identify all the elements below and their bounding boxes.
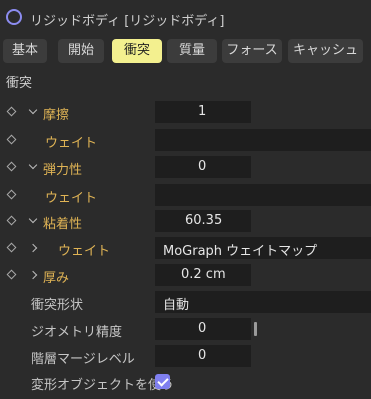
keyframe-diamond-icon[interactable] bbox=[6, 215, 17, 226]
elasticity-label: 弾力性 bbox=[43, 163, 83, 178]
window-title: リジッドボディ [リジッドボディ] bbox=[30, 14, 225, 29]
keyframe-diamond-icon[interactable] bbox=[6, 269, 17, 280]
collision-shape-label: 衝突形状 bbox=[31, 298, 84, 313]
tab-cache[interactable]: キャッシュ bbox=[288, 39, 363, 63]
elasticity-input[interactable]: 0 bbox=[155, 156, 251, 178]
row-elasticity: 弾力性 0 bbox=[0, 155, 371, 179]
chevron-right-icon[interactable] bbox=[28, 270, 38, 280]
geometry-precision-input[interactable]: 0 bbox=[155, 318, 251, 340]
row-collision-shape: 衝突形状 自動 bbox=[0, 290, 371, 314]
geometry-precision-slider[interactable] bbox=[254, 322, 257, 336]
tab-force[interactable]: フォース bbox=[222, 39, 282, 63]
stickiness-weight-label: ウェイト bbox=[58, 244, 111, 259]
row-stickiness-weight: ウェイト MoGraph ウェイトマップ bbox=[0, 236, 371, 260]
keyframe-diamond-icon[interactable] bbox=[6, 242, 17, 253]
friction-weight-field[interactable] bbox=[155, 129, 371, 151]
row-geometry-precision: ジオメトリ精度 0 bbox=[0, 317, 371, 341]
tab-bar: 基本 開始 衝突 質量 フォース キャッシュ bbox=[0, 39, 371, 63]
title-bar: リジッドボディ [リジッドボディ] bbox=[0, 0, 371, 36]
friction-weight-label: ウェイト bbox=[45, 136, 98, 151]
stickiness-weight-field[interactable]: MoGraph ウェイトマップ bbox=[155, 237, 371, 259]
elasticity-weight-field[interactable] bbox=[155, 184, 371, 206]
chevron-down-icon[interactable] bbox=[28, 214, 38, 224]
rigid-body-tag-icon bbox=[6, 9, 22, 25]
tab-start[interactable]: 開始 bbox=[58, 39, 104, 63]
use-deformed-label: 変形オブジェクトを使う bbox=[31, 378, 175, 393]
thickness-label: 厚み bbox=[43, 271, 70, 286]
tab-basic[interactable]: 基本 bbox=[3, 39, 47, 63]
row-thickness: 厚み 0.2 cm bbox=[0, 263, 371, 287]
row-friction-weight: ウェイト bbox=[0, 128, 371, 152]
keyframe-diamond-icon[interactable] bbox=[6, 106, 17, 117]
collision-shape-dropdown[interactable]: 自動 bbox=[155, 291, 371, 313]
row-friction: 摩擦 1 bbox=[0, 100, 371, 124]
keyframe-diamond-icon[interactable] bbox=[6, 161, 17, 172]
keyframe-diamond-icon[interactable] bbox=[6, 189, 17, 200]
tab-mass[interactable]: 質量 bbox=[167, 39, 217, 63]
hierarchy-level-label: 階層マージレベル bbox=[31, 352, 135, 367]
row-elasticity-weight: ウェイト bbox=[0, 183, 371, 207]
row-use-deformed: 変形オブジェクトを使う bbox=[0, 370, 371, 394]
geometry-precision-label: ジオメトリ精度 bbox=[31, 325, 123, 340]
stickiness-input[interactable]: 60.35 bbox=[155, 210, 251, 232]
thickness-input[interactable]: 0.2 cm bbox=[155, 264, 251, 286]
keyframe-diamond-icon[interactable] bbox=[6, 134, 17, 145]
friction-input[interactable]: 1 bbox=[155, 101, 251, 123]
chevron-right-icon[interactable] bbox=[28, 243, 38, 253]
row-stickiness: 粘着性 60.35 bbox=[0, 209, 371, 233]
tab-collision[interactable]: 衝突 bbox=[112, 39, 162, 63]
stickiness-label: 粘着性 bbox=[43, 217, 83, 232]
section-title: 衝突 bbox=[6, 76, 33, 91]
hierarchy-level-input[interactable]: 0 bbox=[155, 345, 251, 367]
use-deformed-checkbox[interactable] bbox=[155, 374, 170, 389]
elasticity-weight-label: ウェイト bbox=[45, 191, 98, 206]
friction-label: 摩擦 bbox=[43, 108, 70, 123]
chevron-down-icon[interactable] bbox=[28, 105, 38, 115]
row-hierarchy-level: 階層マージレベル 0 bbox=[0, 344, 371, 368]
chevron-down-icon[interactable] bbox=[28, 160, 38, 170]
